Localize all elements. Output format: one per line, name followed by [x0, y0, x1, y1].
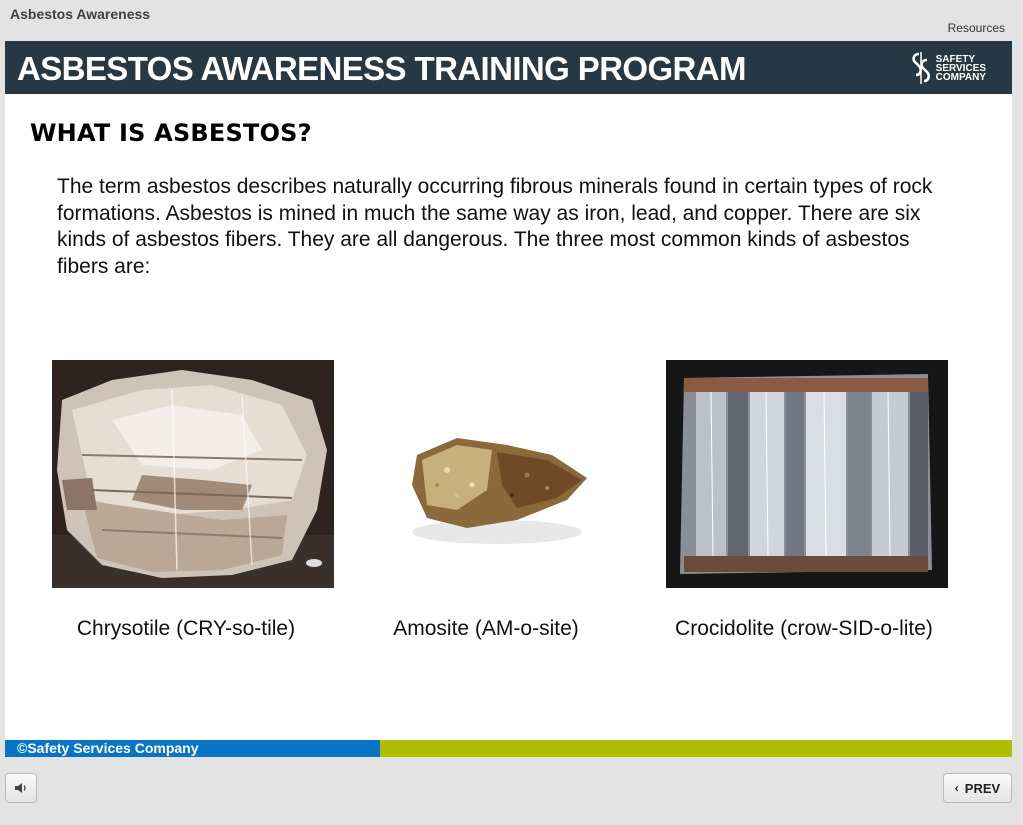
footer-green-band: [380, 740, 1012, 757]
amosite-caption: Amosite (AM-o-site): [393, 617, 579, 640]
body-text: The term asbestos describes naturally oc…: [57, 175, 933, 278]
app-title: Asbestos Awareness: [10, 6, 151, 22]
slide: ASBESTOS AWARENESS TRAINING PROGRAM SAFE…: [5, 41, 1012, 757]
copyright: ©Safety Services Company: [17, 740, 199, 756]
player-window: Asbestos Awareness Resources ASBESTOS AW…: [0, 0, 1023, 825]
prev-button[interactable]: ‹ PREV: [943, 773, 1012, 803]
logo-text: SAFETY SERVICES COMPANY: [935, 53, 986, 83]
footer-bar: ©Safety Services Company: [5, 740, 1012, 757]
volume-icon: [15, 783, 26, 793]
volume-button[interactable]: [5, 773, 37, 803]
safety-services-logo: SAFETY SERVICES COMPANY: [910, 51, 986, 85]
crocidolite-caption: Crocidolite (crow-SID-o-lite): [675, 617, 933, 640]
banner: ASBESTOS AWARENESS TRAINING PROGRAM SAFE…: [5, 41, 1012, 94]
chrysotile-caption: Chrysotile (CRY-so-tile): [76, 617, 296, 640]
footer-blue-band: ©Safety Services Company: [5, 740, 380, 757]
section-heading: WHAT IS ASBESTOS?: [30, 119, 312, 147]
chevron-left-icon: ‹: [954, 781, 959, 795]
resources-link[interactable]: Resources: [948, 21, 1005, 35]
banner-title: ASBESTOS AWARENESS TRAINING PROGRAM: [17, 50, 747, 87]
crocidolite-image: [666, 360, 948, 588]
prev-label: PREV: [964, 780, 1001, 796]
amosite-image: [387, 360, 669, 588]
chrysotile-image: [52, 360, 334, 588]
logo-mark-icon: [911, 52, 930, 84]
